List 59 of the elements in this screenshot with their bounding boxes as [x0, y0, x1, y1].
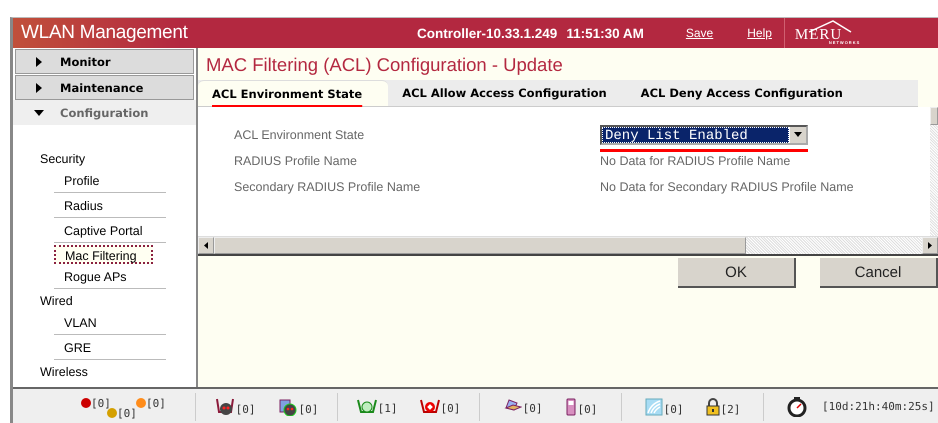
- access-point-alert-icon[interactable]: [420, 398, 440, 414]
- header-link[interactable]: Save: [686, 26, 714, 40]
- page-title: MAC Filtering (ACL) Configuration - Update: [205, 53, 564, 77]
- field-label: Secondary RADIUS Profile Name: [234, 180, 422, 194]
- status-count: [0]: [522, 402, 542, 414]
- uptime-text: [10d:21h:40m:25s]: [822, 400, 935, 413]
- menu-group[interactable]: Wired: [40, 291, 196, 312]
- menu-section[interactable]: Maintenance: [15, 75, 194, 100]
- app-title: WLAN Management: [21, 22, 189, 44]
- caret-right-icon: [34, 82, 44, 92]
- status-count: [0]: [298, 402, 318, 416]
- field-label: RADIUS Profile Name: [234, 154, 358, 168]
- ok-button[interactable]: OK: [678, 258, 796, 288]
- menu-item[interactable]: Mac Filtering: [54, 245, 153, 264]
- menu-section[interactable]: Configuration: [13, 100, 196, 125]
- scrollbar-thumb[interactable]: [214, 237, 746, 254]
- tab[interactable]: ACL Allow Access Configuration: [388, 80, 627, 106]
- status-count: [0]: [578, 402, 598, 416]
- padlock-icon[interactable]: [706, 398, 720, 416]
- controller-name: Controller-10.33.1.249: [417, 26, 558, 40]
- panel-skull-icon[interactable]: [278, 398, 298, 416]
- menu-item[interactable]: Radius: [54, 195, 166, 218]
- alarm-count: [0]: [146, 396, 166, 410]
- menu-group[interactable]: Security: [40, 149, 196, 170]
- status-count: [0]: [236, 402, 256, 416]
- arrow-right-icon: [928, 242, 932, 249]
- status-count: [0]: [664, 402, 684, 416]
- wireless-waves-icon[interactable]: [644, 398, 663, 416]
- cancel-button[interactable]: Cancel: [820, 258, 938, 288]
- access-point-icon[interactable]: [356, 398, 377, 414]
- menu-item[interactable]: VLAN: [54, 312, 166, 335]
- menu-item[interactable]: GRE: [54, 337, 166, 360]
- header-link[interactable]: Help: [747, 26, 772, 40]
- state-dropdown[interactable]: Deny List Enabled: [600, 124, 808, 144]
- menu-section[interactable]: Monitor: [15, 49, 194, 74]
- status-count: [2]: [720, 402, 740, 416]
- scroll-left-button[interactable]: [198, 237, 214, 254]
- menu-group[interactable]: Wireless: [40, 362, 196, 383]
- tab[interactable]: ACL Deny Access Configuration: [626, 80, 863, 106]
- device-skull-icon[interactable]: [214, 398, 235, 416]
- dropdown-arrow-icon: [794, 132, 802, 137]
- field-label: ACL Environment State: [234, 128, 366, 142]
- menu-item[interactable]: Rogue APs: [54, 266, 166, 289]
- field-value: No Data for Secondary RADIUS Profile Name: [600, 180, 854, 194]
- stopwatch-icon: [786, 396, 808, 416]
- tab[interactable]: ACL Environment State: [198, 80, 388, 106]
- caret-down-icon: [34, 108, 44, 118]
- clock-time: 11:51:30 AM: [566, 26, 644, 40]
- alarm-count: [0]: [117, 406, 137, 420]
- scroll-right-button[interactable]: [922, 237, 938, 254]
- status-count: [0]: [440, 402, 460, 414]
- arrow-left-icon: [204, 242, 208, 249]
- status-count: [1]: [378, 402, 398, 414]
- menu-item[interactable]: Profile: [54, 170, 166, 193]
- mobile-phone-icon[interactable]: [564, 398, 576, 416]
- field-value: No Data for RADIUS Profile Name: [600, 154, 790, 168]
- alarm-count: [0]: [91, 396, 111, 410]
- caret-right-icon: [34, 56, 44, 66]
- menu-item[interactable]: Captive Portal: [54, 220, 166, 243]
